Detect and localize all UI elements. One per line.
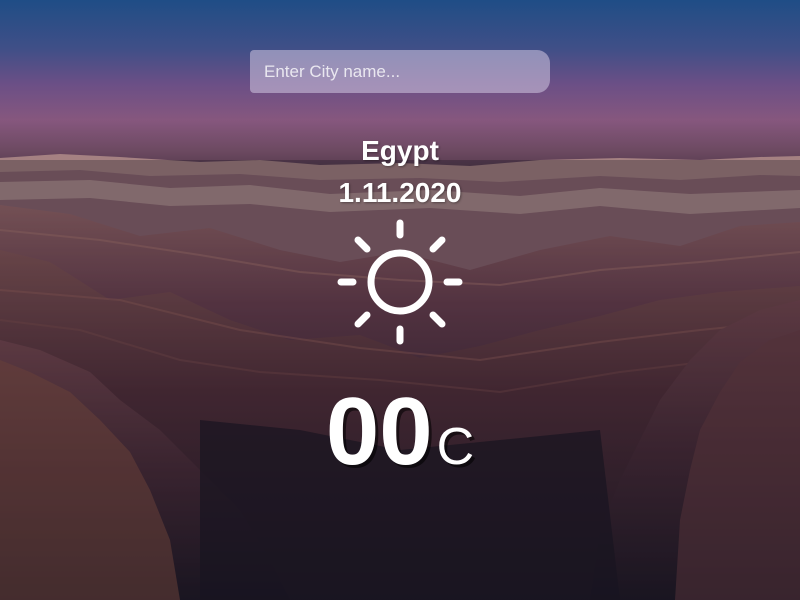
weather-date: 1.11.2020 <box>338 177 462 208</box>
temperature-value: 00 <box>325 378 433 485</box>
city-name: Egypt <box>361 135 439 166</box>
weather-app: Egypt 1.11.2020 00C <box>0 0 800 600</box>
sun-icon <box>337 219 463 345</box>
temperature-unit: C <box>436 418 475 476</box>
city-search-input[interactable] <box>250 50 550 93</box>
temperature-display: 00C <box>0 384 800 480</box>
search-bar <box>250 50 550 93</box>
weather-panel: Egypt 1.11.2020 00C <box>0 133 800 480</box>
